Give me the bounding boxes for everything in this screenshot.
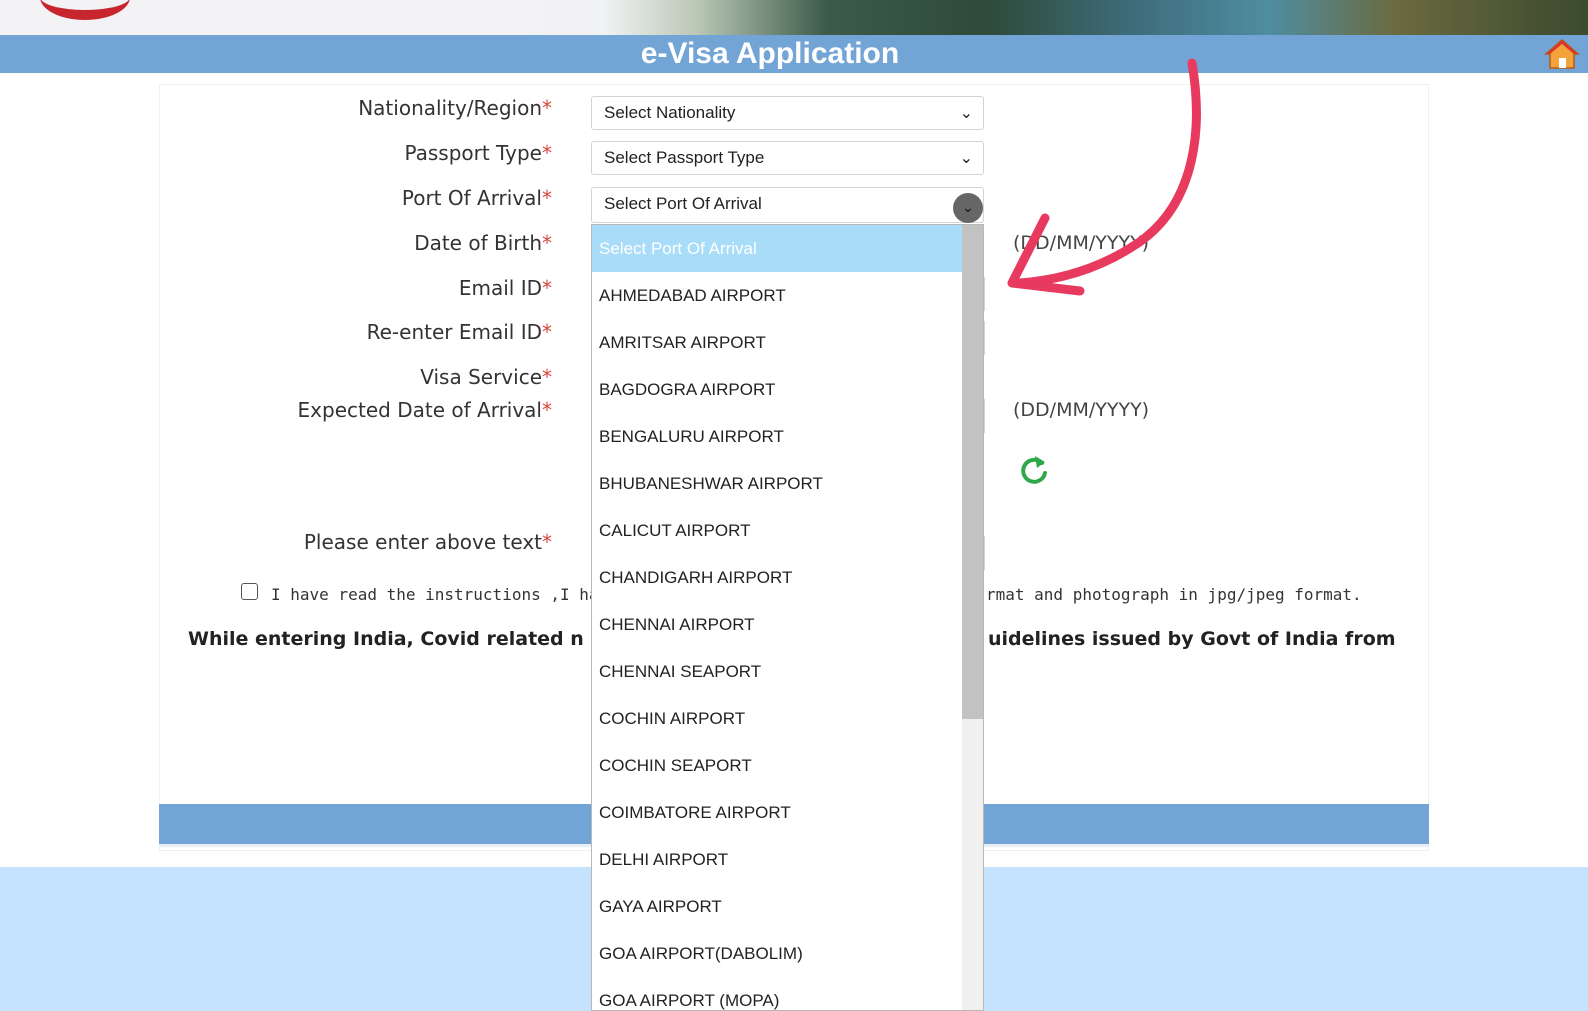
dob-format-hint: (DD/MM/YYYY): [1013, 232, 1150, 254]
covid-notice-left: While entering India, Covid related n: [188, 628, 584, 650]
dropdown-option[interactable]: BENGALURU AIRPORT: [592, 413, 962, 460]
port-of-arrival-select-value: Select Port Of Arrival: [604, 194, 762, 213]
port-of-arrival-select[interactable]: Select Port Of Arrival ⌄: [591, 187, 984, 223]
home-icon[interactable]: [1544, 38, 1580, 70]
label-email: Email ID*: [458, 276, 552, 300]
agreement-text-left: I have read the instructions ,I have: [271, 585, 618, 604]
agreement-text-right: rmat and photograph in jpg/jpeg format.: [986, 585, 1362, 604]
dropdown-option[interactable]: GAYA AIRPORT: [592, 883, 962, 930]
nationality-select-value: Select Nationality: [604, 103, 736, 122]
port-of-arrival-dropdown[interactable]: Select Port Of Arrival AHMEDABAD AIRPORT…: [591, 224, 984, 1011]
dropdown-option[interactable]: COCHIN AIRPORT: [592, 695, 962, 742]
dropdown-option[interactable]: AMRITSAR AIRPORT: [592, 319, 962, 366]
dropdown-option[interactable]: BHUBANESHWAR AIRPORT: [592, 460, 962, 507]
chevron-down-icon: ⌄: [959, 103, 973, 122]
dropdown-option[interactable]: BAGDOGRA AIRPORT: [592, 366, 962, 413]
label-passport-type: Passport Type*: [404, 141, 552, 165]
label-date-of-birth: Date of Birth*: [414, 231, 552, 255]
dropdown-option-selected[interactable]: Select Port Of Arrival: [592, 225, 962, 272]
label-reenter-email: Re-enter Email ID*: [366, 320, 552, 344]
dropdown-option[interactable]: CHENNAI SEAPORT: [592, 648, 962, 695]
label-port-of-arrival: Port Of Arrival*: [401, 186, 552, 210]
chevron-down-icon: ⌄: [953, 193, 983, 223]
nationality-select[interactable]: Select Nationality ⌄: [591, 96, 984, 130]
label-captcha: Please enter above text*: [303, 530, 552, 554]
arrival-format-hint: (DD/MM/YYYY): [1013, 399, 1150, 421]
page-title: e-Visa Application: [640, 37, 900, 70]
dropdown-option[interactable]: CHANDIGARH AIRPORT: [592, 554, 962, 601]
covid-notice-right: uidelines issued by Govt of India from: [988, 628, 1396, 650]
refresh-icon[interactable]: [1018, 453, 1050, 487]
title-bar: e-Visa Application: [0, 35, 1588, 73]
dropdown-option[interactable]: CALICUT AIRPORT: [592, 507, 962, 554]
chevron-down-icon: ⌄: [959, 148, 973, 167]
dropdown-option[interactable]: GOA AIRPORT(DABOLIM): [592, 930, 962, 977]
passport-type-select[interactable]: Select Passport Type ⌄: [591, 141, 984, 175]
dropdown-option[interactable]: DELHI AIRPORT: [592, 836, 962, 883]
label-nationality: Nationality/Region*: [358, 96, 552, 120]
label-visa-service: Visa Service*: [420, 365, 552, 389]
dropdown-option[interactable]: COCHIN SEAPORT: [592, 742, 962, 789]
label-expected-arrival: Expected Date of Arrival*: [297, 398, 552, 422]
dropdown-scrollbar-thumb[interactable]: [962, 225, 983, 719]
dropdown-option[interactable]: CHENNAI AIRPORT: [592, 601, 962, 648]
dropdown-option[interactable]: COIMBATORE AIRPORT: [592, 789, 962, 836]
passport-type-select-value: Select Passport Type: [604, 148, 765, 167]
dropdown-option[interactable]: AHMEDABAD AIRPORT: [592, 272, 962, 319]
agreement-checkbox[interactable]: [241, 583, 258, 600]
dropdown-option[interactable]: GOA AIRPORT (MOPA): [592, 977, 962, 1010]
